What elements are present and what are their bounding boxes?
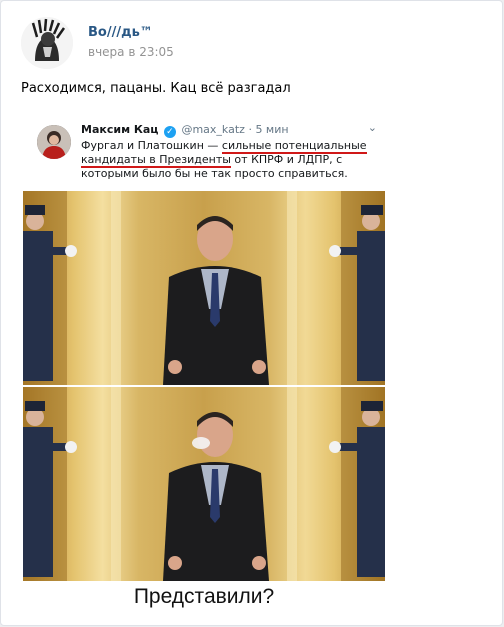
photo-man-entering [23,191,385,385]
post-image[interactable]: Максим Кац ✓ @max_katz · 5 мин ⌄ Фургал … [23,115,385,621]
photo-illustration-2 [23,387,385,581]
verified-icon: ✓ [163,126,176,138]
post-time[interactable]: вчера в 23:05 [88,45,174,59]
image-caption: Представили? [133,585,275,608]
tweet-text: Фургал и Платошкин — сильные потенциальн… [81,139,379,181]
post-text: Расходимся, пацаны. Кац всё разгадал [21,81,291,96]
author-name[interactable]: Bo///дь™ [88,25,153,40]
post-card: Bo///дь™ вчера в 23:05 Расходимся, пацан… [0,0,503,626]
tweet-header: Максим Кац ✓ @max_katz · 5 мин [81,123,289,138]
tweet-author-name: Максим Кац [81,123,159,136]
chevron-down-icon: ⌄ [367,121,377,134]
tweet-separator: · [248,123,252,136]
tweet-time: 5 мин [255,123,289,136]
tweet-avatar-icon [37,125,71,159]
author-avatar[interactable] [21,17,73,69]
photo-man-vaping [23,387,385,581]
tweet-handle: @max_katz [181,123,245,136]
tweet-text-start: Фургал и Платошкин — [81,139,222,152]
tweet-avatar [37,125,71,159]
avatar-icon [21,17,73,69]
photo-illustration [23,191,385,385]
